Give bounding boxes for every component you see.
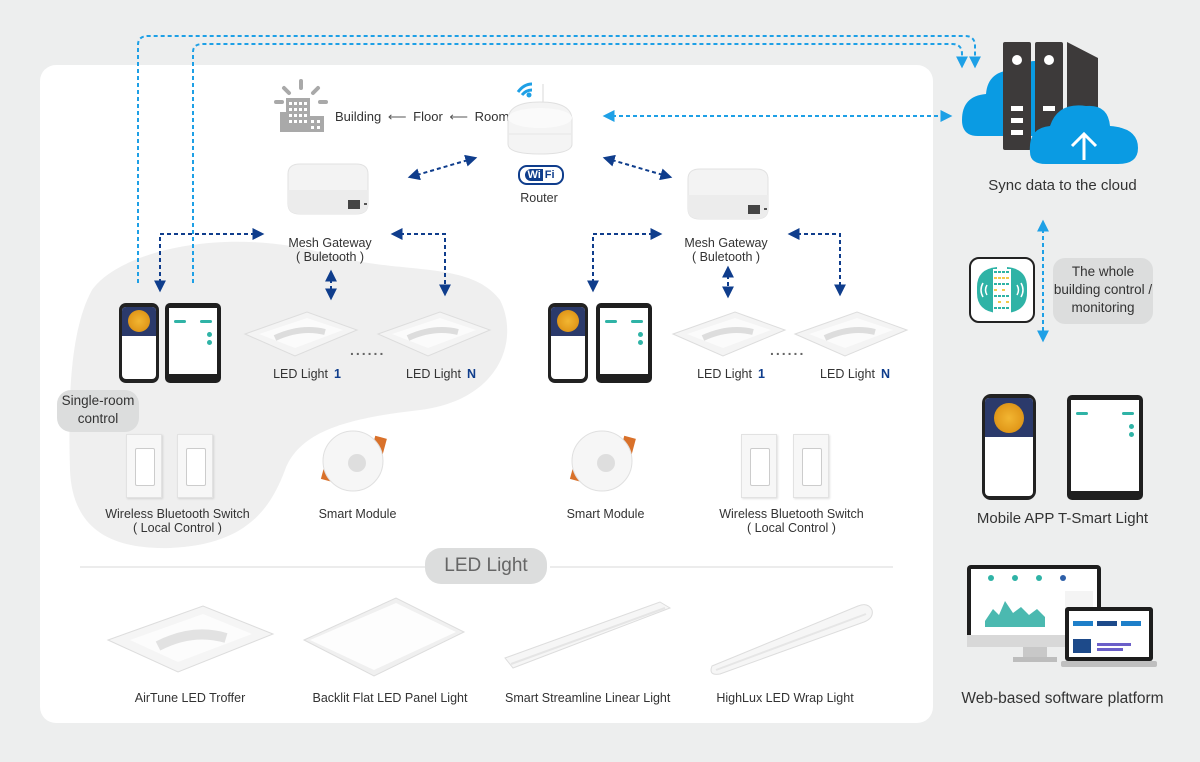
product-label-wrap: HighLux LED Wrap Light bbox=[716, 691, 854, 705]
smart-module-right-label: Smart Module bbox=[566, 507, 645, 521]
switch-left-title: Wireless Bluetooth Switch bbox=[105, 507, 250, 521]
led-light-n-right: LED Light N bbox=[810, 367, 900, 381]
bulb-dial-icon bbox=[994, 402, 1024, 433]
gateway-right-devices-link bbox=[587, 228, 663, 293]
wireless-switch-right-b bbox=[793, 434, 829, 498]
gateway-left-label: Mesh Gateway ( Buletooth ) bbox=[282, 236, 378, 264]
led-light-number: N bbox=[466, 367, 476, 381]
single-room-line1: Single-room bbox=[61, 393, 135, 408]
smartphone-app-left bbox=[119, 303, 159, 383]
mobile-app-label: Mobile APP T-Smart Light bbox=[976, 510, 1149, 527]
router-label: Router bbox=[520, 191, 558, 205]
switch-right-subtitle: ( Local Control ) bbox=[747, 521, 836, 535]
ellipsis-right: ...... bbox=[770, 342, 806, 358]
led-light-label: LED Light bbox=[273, 367, 328, 381]
single-room-control-pill: Single-room control bbox=[57, 390, 139, 432]
product-linear-light bbox=[504, 601, 672, 669]
wireless-switch-right-a bbox=[741, 434, 777, 498]
building-control-pill: The whole building control / monitoring bbox=[1053, 258, 1153, 324]
led-troffer-right-1 bbox=[671, 311, 787, 357]
led-light-label: LED Light bbox=[820, 367, 875, 381]
left-arrow-icon: ⟵ bbox=[387, 109, 407, 124]
product-airtune-troffer bbox=[106, 605, 275, 673]
smart-module-right bbox=[569, 430, 636, 492]
wireless-switch-left-b bbox=[177, 434, 213, 498]
gateway-left-protocol: ( Buletooth ) bbox=[295, 250, 365, 264]
building-app-icon[interactable] bbox=[969, 257, 1035, 323]
led-light-number: 1 bbox=[757, 367, 765, 381]
mobile-app-phone bbox=[982, 394, 1036, 500]
led-light-number: N bbox=[880, 367, 890, 381]
switch-left-subtitle: ( Local Control ) bbox=[133, 521, 222, 535]
led-light-1-right: LED Light 1 bbox=[686, 367, 776, 381]
led-section-title: LED Light bbox=[425, 548, 547, 584]
smart-module-left-label: Smart Module bbox=[318, 507, 397, 521]
wifi-badge: Wi Fi bbox=[518, 165, 564, 185]
led-light-number: 1 bbox=[333, 367, 341, 381]
cloud-server-icon bbox=[962, 42, 1138, 164]
tablet-app-left bbox=[165, 303, 221, 383]
web-platform-devices bbox=[967, 565, 1157, 667]
led-light-label: LED Light bbox=[697, 367, 752, 381]
led-light-n-left: LED Light N bbox=[396, 367, 486, 381]
mesh-gateway-right bbox=[687, 168, 769, 220]
led-light-1-left: LED Light 1 bbox=[262, 367, 352, 381]
mobile-app-tablet bbox=[1067, 395, 1143, 500]
cloud-sync-label: Sync data to the cloud bbox=[988, 177, 1137, 194]
gateway-left-title: Mesh Gateway bbox=[288, 236, 372, 250]
wifi-badge-fi: Fi bbox=[544, 169, 555, 181]
gateway-right-protocol: ( Buletooth ) bbox=[691, 250, 761, 264]
tablet-app-right bbox=[596, 303, 652, 383]
hierarchy-chain: Building ⟵ Floor ⟵ Room bbox=[335, 109, 509, 125]
building-control-line2: building control / bbox=[1053, 282, 1153, 297]
switch-left-label: Wireless Bluetooth Switch ( Local Contro… bbox=[100, 507, 255, 535]
gateway-right-title: Mesh Gateway bbox=[684, 236, 768, 250]
smartphone-app-right bbox=[548, 303, 588, 383]
product-label-airtune: AirTune LED Troffer bbox=[134, 691, 246, 705]
mesh-gateway-left bbox=[287, 163, 369, 215]
hierarchy-building: Building bbox=[335, 109, 382, 124]
ellipsis-left: ...... bbox=[350, 342, 386, 358]
led-troffer-left-1 bbox=[243, 311, 359, 357]
led-troffer-right-n bbox=[793, 311, 909, 357]
router-gateway-right-link bbox=[602, 154, 673, 181]
smart-module-left bbox=[320, 430, 387, 492]
building-icon bbox=[274, 79, 328, 132]
switch-right-label: Wireless Bluetooth Switch ( Local Contro… bbox=[714, 507, 869, 535]
gateway-left-devices-link bbox=[154, 228, 265, 293]
led-troffer-left-n bbox=[376, 311, 492, 357]
gateway-right-label: Mesh Gateway ( Buletooth ) bbox=[678, 236, 774, 264]
switch-right-title: Wireless Bluetooth Switch bbox=[719, 507, 864, 521]
led-light-label: LED Light bbox=[406, 367, 461, 381]
single-room-line2: control bbox=[77, 411, 119, 426]
wifi-badge-wi: Wi bbox=[525, 169, 543, 181]
router-device bbox=[507, 82, 573, 155]
web-platform-label: Web-based software platform bbox=[961, 690, 1164, 707]
router-gateway-left-link bbox=[407, 154, 478, 181]
building-control-line3: monitoring bbox=[1071, 300, 1135, 315]
product-flat-panel bbox=[302, 597, 466, 677]
gateway-right-ledN-link bbox=[787, 228, 846, 297]
building-control-line1: The whole bbox=[1071, 264, 1135, 279]
hierarchy-floor: Floor bbox=[413, 109, 443, 124]
left-arrow-icon: ⟵ bbox=[449, 109, 469, 124]
product-label-linear: Smart Streamline Linear Light bbox=[505, 691, 671, 705]
product-wrap-light bbox=[710, 604, 873, 675]
product-label-flat-panel: Backlit Flat LED Panel Light bbox=[312, 691, 468, 705]
gateway-left-ledN-link bbox=[390, 228, 451, 297]
wireless-switch-left-a bbox=[126, 434, 162, 498]
